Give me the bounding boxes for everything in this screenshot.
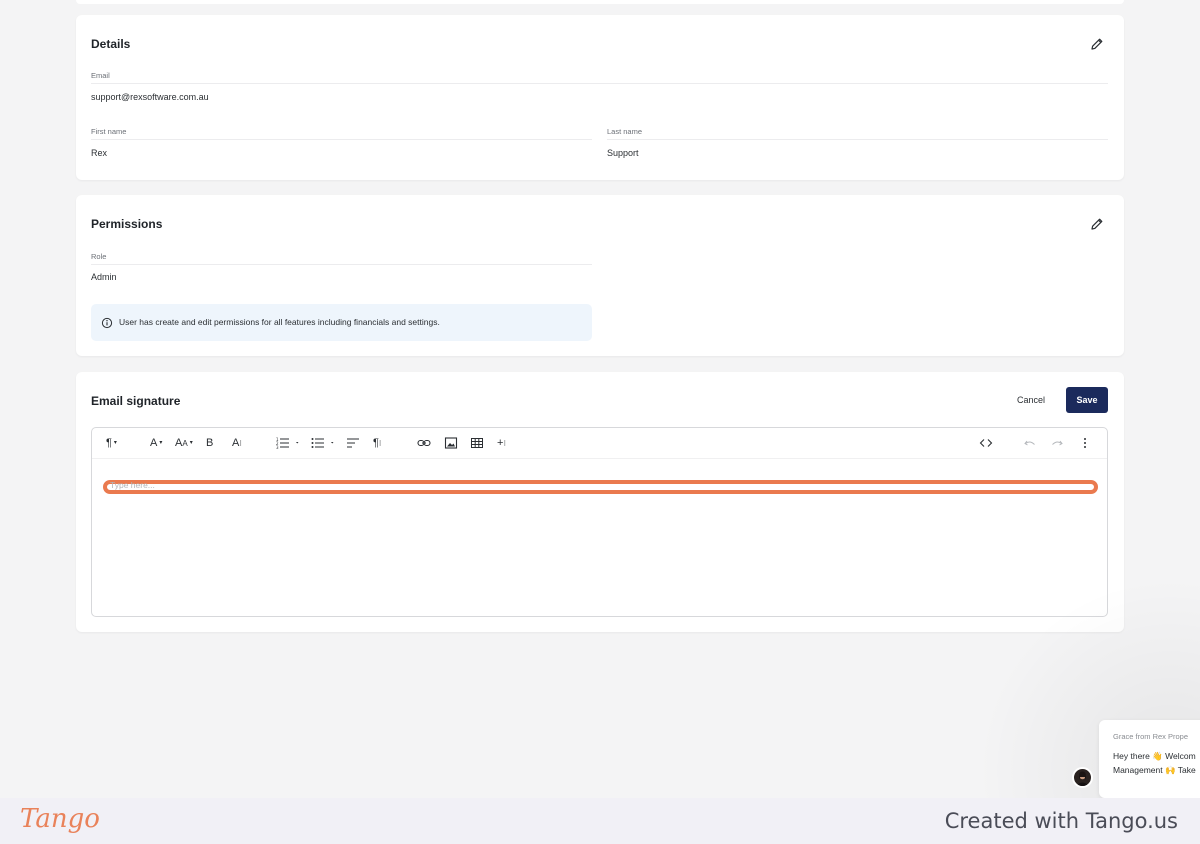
redo-icon[interactable] [1050, 436, 1064, 450]
permissions-card: Permissions Role Admin User has create a… [76, 195, 1124, 356]
tango-footer: Tango Created with Tango.us [0, 798, 1200, 844]
tango-logo: Tango [20, 804, 100, 834]
unordered-list-icon[interactable] [311, 436, 335, 450]
role-value: Admin [91, 272, 117, 282]
email-divider [91, 83, 1108, 84]
role-divider [91, 264, 592, 265]
more-text-icon[interactable]: A⁝ [232, 436, 242, 450]
permissions-title: Permissions [91, 217, 163, 231]
email-signature-title: Email signature [91, 394, 181, 408]
last-name-divider [607, 139, 1108, 140]
chat-bubble[interactable]: Grace from Rex Prope Hey there 👋 Welcom … [1099, 720, 1200, 798]
cancel-button[interactable]: Cancel [1006, 389, 1056, 411]
align-icon[interactable] [346, 436, 360, 450]
email-value: support@rexsoftware.com.au [91, 92, 209, 102]
details-card: Details Email support@rexsoftware.com.au… [76, 15, 1124, 180]
chat-avatar[interactable] [1072, 767, 1093, 788]
highlight-annotation: Type here... [103, 480, 1098, 494]
first-name-divider [91, 139, 592, 140]
table-icon[interactable] [470, 436, 484, 450]
paragraph-format-icon[interactable]: ¶ ▾ [106, 436, 117, 450]
svg-text:3: 3 [276, 445, 279, 450]
last-name-label: Last name [607, 127, 643, 136]
email-label: Email [91, 71, 110, 80]
more-insert-icon[interactable]: +⁝ [497, 436, 506, 450]
edit-details-pencil-icon[interactable] [1090, 37, 1104, 51]
save-button[interactable]: Save [1066, 387, 1108, 413]
details-title: Details [91, 37, 131, 51]
chat-sender: Grace from Rex Prope [1113, 732, 1189, 741]
ordered-list-icon[interactable]: 123 [276, 436, 300, 450]
edit-permissions-pencil-icon[interactable] [1090, 217, 1104, 231]
undo-icon[interactable] [1023, 436, 1037, 450]
image-icon[interactable] [444, 436, 458, 450]
settings-page: Details Email support@rexsoftware.com.au… [0, 0, 1200, 844]
info-icon [101, 316, 113, 329]
first-name-value: Rex [91, 148, 108, 158]
bold-icon[interactable]: B [206, 436, 213, 450]
role-label: Role [91, 252, 107, 261]
first-name-label: First name [91, 127, 127, 136]
created-with-text: Created with Tango.us [944, 809, 1178, 833]
previous-card-edge [76, 0, 1124, 4]
chat-message-line-2: Management 🙌 Take [1113, 765, 1196, 775]
editor-toolbar: ¶ ▾ A ▾ AA ▾ B A⁝ 123 ¶⁝ +⁝ [92, 428, 1107, 459]
font-size-icon[interactable]: AA ▾ [175, 436, 193, 450]
last-name-value: Support [607, 148, 639, 158]
link-icon[interactable] [417, 436, 431, 450]
more-options-icon[interactable] [1080, 436, 1090, 450]
code-view-icon[interactable] [979, 436, 993, 450]
permissions-info-text: User has create and edit permissions for… [119, 317, 440, 327]
permissions-info-box: User has create and edit permissions for… [91, 304, 592, 341]
more-paragraph-icon[interactable]: ¶⁝ [373, 436, 381, 450]
signature-input-placeholder[interactable]: Type here... [110, 480, 155, 490]
font-color-icon[interactable]: A ▾ [150, 436, 162, 450]
chat-message-line-1: Hey there 👋 Welcom [1113, 751, 1196, 761]
signature-rich-text-editor: ¶ ▾ A ▾ AA ▾ B A⁝ 123 ¶⁝ +⁝ Type here... [91, 427, 1108, 617]
